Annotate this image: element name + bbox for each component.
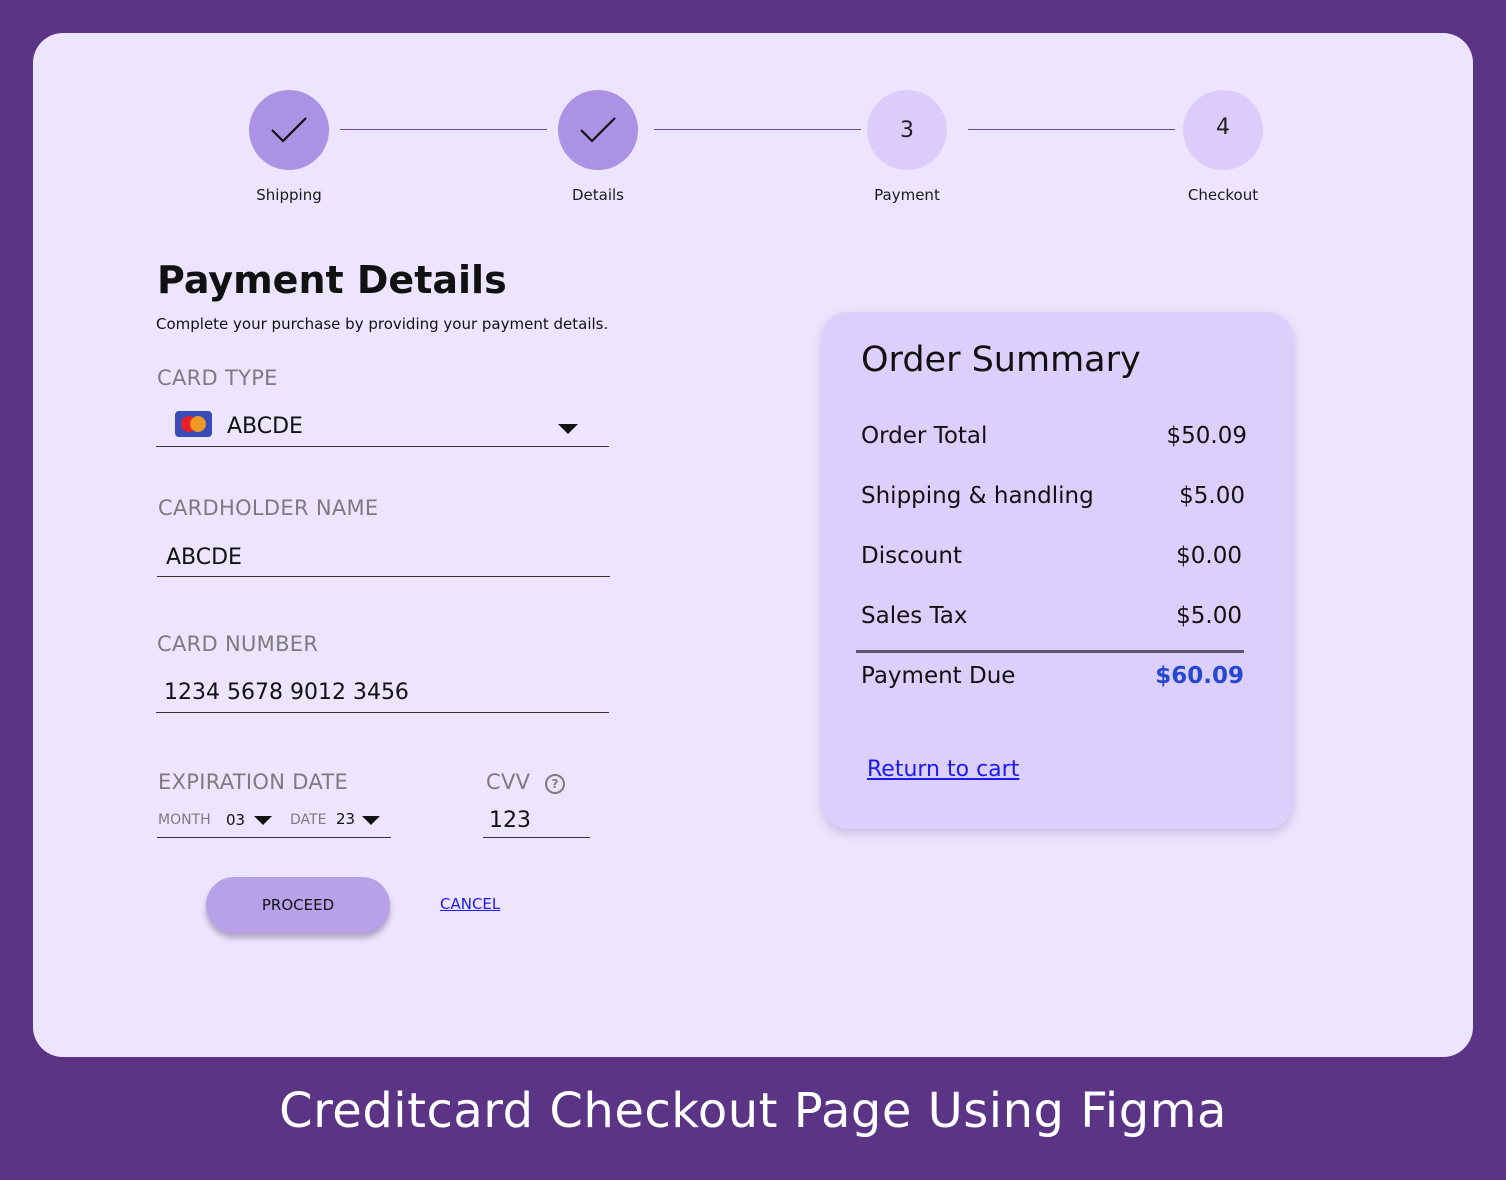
cvv-label: CVV <box>486 770 531 794</box>
card-number-label: CARD NUMBER <box>157 632 319 656</box>
step-details[interactable]: Details <box>518 90 678 204</box>
sales-tax-label: Sales Tax <box>861 603 968 629</box>
shipping-handling-value: $5.00 <box>1179 483 1245 509</box>
expiration-date-label: EXPIRATION DATE <box>158 770 349 794</box>
expiration-underline <box>157 837 391 838</box>
step-circle: 3 <box>867 90 947 170</box>
cvv-underline <box>483 837 590 838</box>
step-payment[interactable]: 3 Payment <box>827 90 987 204</box>
page-subtitle: Complete your purchase by providing your… <box>156 315 609 333</box>
step-circle: 4 <box>1183 90 1263 170</box>
check-icon <box>271 117 307 143</box>
order-summary-title: Order Summary <box>861 340 1141 380</box>
card-number-underline <box>156 712 609 713</box>
step-circle <box>249 90 329 170</box>
step-label: Details <box>571 186 624 204</box>
cardholder-name-field[interactable]: ABCDE <box>166 545 242 570</box>
page-title: Payment Details <box>157 258 507 302</box>
cardholder-name-underline <box>157 576 610 577</box>
step-label: Shipping <box>256 186 322 204</box>
return-to-cart-link[interactable]: Return to cart <box>867 757 1019 782</box>
step-number: 3 <box>900 117 914 143</box>
cardholder-name-label: CARDHOLDER NAME <box>158 496 379 520</box>
step-label: Checkout <box>1187 186 1259 204</box>
order-total-label: Order Total <box>861 423 988 449</box>
shipping-handling-label: Shipping & handling <box>861 483 1094 509</box>
step-label: Payment <box>874 186 940 204</box>
chevron-down-icon[interactable] <box>362 816 380 825</box>
card-type-select[interactable] <box>156 446 609 447</box>
step-checkout[interactable]: 4 Checkout <box>1143 90 1303 204</box>
sales-tax-value: $5.00 <box>1176 603 1242 629</box>
payment-due-label: Payment Due <box>861 663 1016 689</box>
order-summary-panel: Order Summary Order Total $50.09 Shippin… <box>822 312 1293 829</box>
step-shipping[interactable]: Shipping <box>209 90 369 204</box>
discount-label: Discount <box>861 543 962 569</box>
order-total-value: $50.09 <box>1166 423 1247 449</box>
check-icon <box>580 117 616 143</box>
step-number: 4 <box>1216 114 1230 140</box>
proceed-button[interactable]: PROCEED <box>206 877 390 933</box>
date-select[interactable]: 23 <box>336 810 355 828</box>
card-type-value[interactable]: ABCDE <box>227 414 303 439</box>
cancel-link[interactable]: CANCEL <box>440 895 500 913</box>
summary-divider <box>856 650 1244 653</box>
card-type-label: CARD TYPE <box>157 366 278 390</box>
month-label: MONTH <box>158 812 211 828</box>
checkout-card: Shipping Details 3 Payment 4 Checkout Pa… <box>33 33 1473 1057</box>
date-label: DATE <box>290 812 327 828</box>
card-number-field[interactable]: 1234 5678 9012 3456 <box>164 680 409 705</box>
step-connector <box>340 129 547 130</box>
step-circle <box>558 90 638 170</box>
page-caption: Creditcard Checkout Page Using Figma <box>279 1083 1227 1139</box>
help-icon[interactable]: ? <box>545 774 565 794</box>
payment-due-value: $60.09 <box>1155 663 1244 689</box>
chevron-down-icon[interactable] <box>558 424 578 434</box>
credit-card-icon <box>175 411 212 437</box>
discount-value: $0.00 <box>1176 543 1242 569</box>
cvv-field[interactable]: 123 <box>489 808 531 833</box>
month-select[interactable]: 03 <box>226 811 245 829</box>
chevron-down-icon[interactable] <box>254 816 272 825</box>
